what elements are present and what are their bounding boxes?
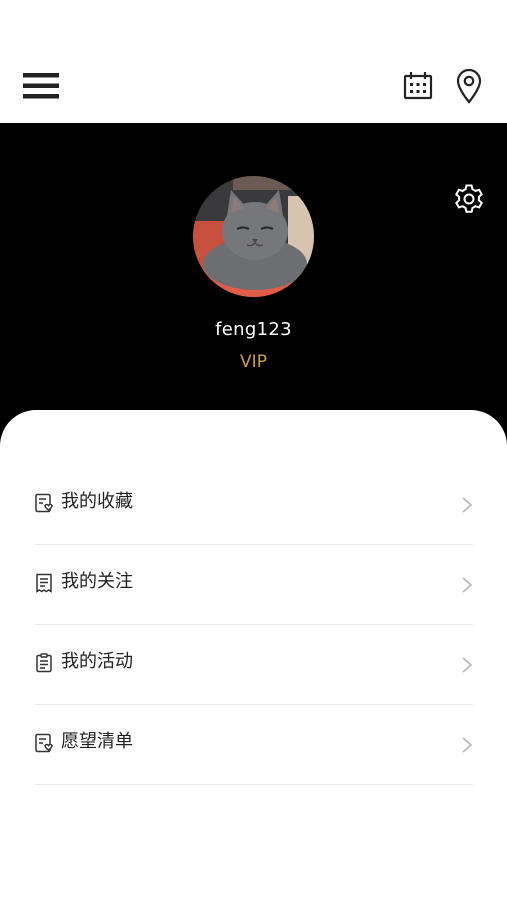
chevron-right-icon xyxy=(462,737,473,753)
calendar-button[interactable] xyxy=(398,66,438,106)
location-button[interactable] xyxy=(450,64,488,108)
avatar[interactable] xyxy=(193,176,314,297)
profile-screen: feng123 VIP 我的收藏 我的关注 我的活动 愿望清单 xyxy=(0,0,507,900)
top-navigation-bar xyxy=(0,0,507,123)
receipt-icon xyxy=(36,573,52,593)
menu-item-following[interactable]: 我的关注 xyxy=(35,545,473,625)
clipboard-icon xyxy=(36,653,52,673)
cat-photo-avatar xyxy=(193,176,314,297)
username: feng123 xyxy=(215,319,292,340)
settings-button[interactable] xyxy=(449,179,489,219)
hamburger-menu-icon xyxy=(23,73,59,99)
profile-header: feng123 VIP xyxy=(0,123,507,453)
menu-item-favorites[interactable]: 我的收藏 xyxy=(35,465,473,545)
chevron-right-icon xyxy=(462,497,473,513)
menu-item-label: 我的收藏 xyxy=(61,491,133,512)
menu-item-label: 我的活动 xyxy=(61,651,133,672)
menu-sheet: 我的收藏 我的关注 我的活动 愿望清单 xyxy=(0,410,507,900)
menu-item-label: 我的关注 xyxy=(61,571,133,592)
chevron-right-icon xyxy=(462,577,473,593)
menu-item-activities[interactable]: 我的活动 xyxy=(35,625,473,705)
location-pin-icon xyxy=(456,68,482,104)
wishlist-icon xyxy=(35,733,53,753)
menu-item-label: 愿望清单 xyxy=(61,731,133,752)
menu-item-wishlist[interactable]: 愿望清单 xyxy=(35,705,473,785)
membership-badge: VIP xyxy=(240,352,267,372)
favorites-list-icon xyxy=(35,493,53,513)
chevron-right-icon xyxy=(462,657,473,673)
calendar-icon xyxy=(403,72,433,100)
gear-icon xyxy=(455,184,483,213)
menu-list: 我的收藏 我的关注 我的活动 愿望清单 xyxy=(35,465,473,785)
menu-button[interactable] xyxy=(20,66,62,106)
